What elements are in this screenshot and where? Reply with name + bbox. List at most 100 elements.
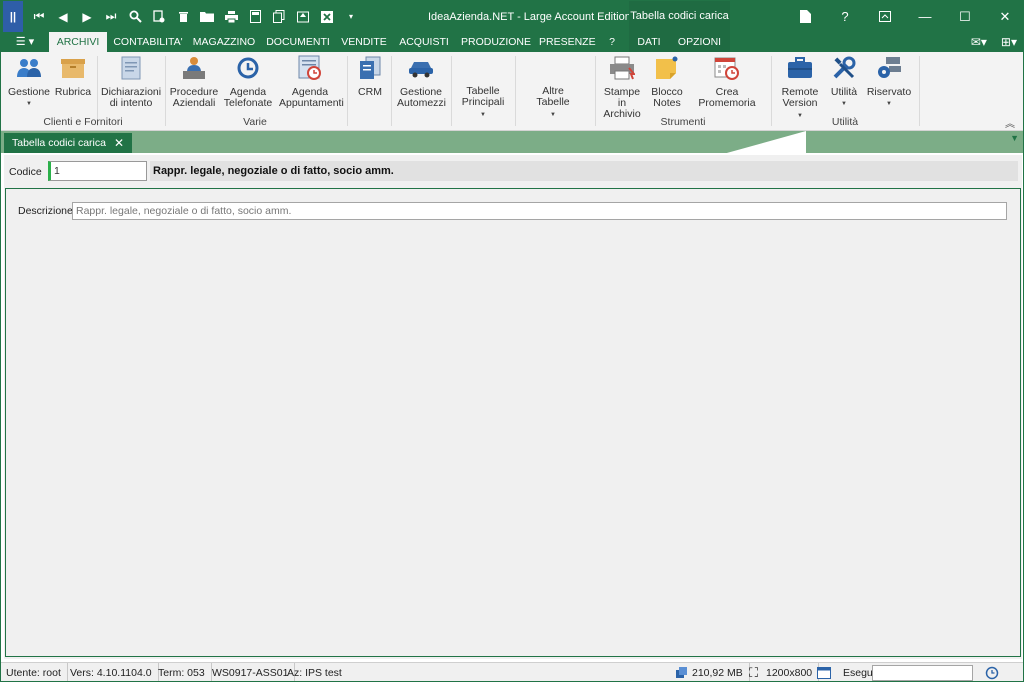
tab-vendite[interactable]: VENDITE [339,32,389,52]
app-window: || ⏮ ◀ ▶ ⏭ ▾ IdeaAzienda.NET - Large Acc… [0,0,1024,682]
separator [347,56,348,126]
help-button[interactable]: ? [825,1,865,32]
maximize-button[interactable]: ☐ [945,1,985,32]
file-menu-button[interactable]: ☰ ▾ [11,32,39,52]
delete-icon[interactable] [171,1,195,32]
ribbon: Gestione ▼ Rubrica Dichiarazioni di inte… [1,52,1023,131]
app-icon[interactable]: || [3,1,23,32]
tab-list-dropdown-icon[interactable]: ▼ [1010,133,1019,143]
customize-toolbar-icon[interactable]: ▾ [339,1,363,32]
tools-icon [831,55,857,81]
form-area: Codice Rappr. legale, negoziale o di fat… [4,155,1022,659]
document-tab-strip: Tabella codici carica ✕ ▼ [1,131,1023,153]
codice-label: Codice [9,166,42,178]
first-record-icon[interactable]: ⏮ [27,1,51,32]
person-desk-icon [181,55,207,81]
title-bar: || ⏮ ◀ ▶ ⏭ ▾ IdeaAzienda.NET - Large Acc… [1,1,1023,32]
fullscreen-icon[interactable]: ⛶ [749,663,758,681]
separator [391,56,392,126]
chevron-down-icon: ▼ [550,112,556,118]
riservato-button[interactable]: Riservato ▼ [865,55,913,110]
stampe-archivio-button[interactable]: Stampe in Archivio [599,55,645,120]
procedure-aziendali-button[interactable]: Procedure Aziendali [169,55,219,109]
gestione-automezzi-button[interactable]: Gestione Automezzi [397,55,446,109]
chevron-down-icon: ▼ [26,101,32,107]
calendar-clock-icon [297,55,323,81]
chevron-down-icon: ▼ [841,101,847,107]
status-workstation: WS0917-ASS01 [212,663,296,681]
tab-produzione[interactable]: PRODUZIONE [459,32,533,52]
close-tab-icon[interactable]: ✕ [114,133,124,153]
documents-icon [357,55,383,81]
tab-documenti[interactable]: DOCUMENTI [263,32,333,52]
status-user: Utente: root [6,663,68,681]
esegui-input[interactable] [872,665,973,681]
ribbon-tabs: ☰ ▾ ARCHIVI CONTABILITA' MAGAZZINO DOCUM… [1,32,1023,52]
codice-input[interactable] [48,161,147,181]
status-bar: Utente: root Vers: 4.10.1104.0 Term: 053… [1,662,1023,681]
calculator-icon[interactable] [243,1,267,32]
rubrica-button[interactable]: Rubrica [54,55,92,98]
remote-version-button[interactable]: Remote Version ▼ [777,55,823,122]
mail-icon[interactable]: ✉▾ [971,32,987,52]
briefcase-icon [787,55,813,81]
tabs-right-tools: ✉▾ ⊞▾ [971,32,1017,52]
agenda-telefonate-button[interactable]: Agenda Telefonate [223,55,273,109]
doc-tab-tabella-codici-carica[interactable]: Tabella codici carica ✕ [4,133,132,153]
altre-tabelle-button[interactable]: Altre Tabelle ▼ [525,86,581,121]
descrizione-input[interactable] [72,202,1007,220]
tab-contabilita[interactable]: CONTABILITA' [109,32,187,52]
detail-panel: Descrizione [5,188,1021,657]
group-varie: Varie [243,116,267,128]
chevron-down-icon: ▼ [480,112,486,118]
network-gear-icon [876,55,902,81]
next-record-icon[interactable]: ▶ [75,1,99,32]
gestione-button[interactable]: Gestione ▼ [7,55,51,110]
tab-dati[interactable]: DATI [629,32,669,52]
history-icon [235,55,261,81]
ribbon-display-icon[interactable] [865,1,905,32]
excel-icon[interactable] [315,1,339,32]
dichiarazioni-button[interactable]: Dichiarazioni di intento [101,55,161,109]
tab-magazzino[interactable]: MAGAZZINO [191,32,257,52]
timer-icon[interactable] [985,663,999,681]
esegui-label: Esegui [843,667,876,679]
tab-presenze[interactable]: PRESENZE [539,32,596,52]
print-icon[interactable] [219,1,243,32]
last-record-icon[interactable]: ⏭ [99,1,123,32]
minimize-button[interactable]: — [905,1,945,32]
account-icon[interactable] [785,1,825,32]
search-icon[interactable] [123,1,147,32]
crm-button[interactable]: CRM [353,55,387,98]
tab-archivi[interactable]: ARCHIVI [49,32,107,52]
separator [919,56,920,126]
chevron-down-icon: ▼ [886,101,892,107]
window-settings-icon[interactable] [817,663,831,681]
context-title: Tabella codici carica [629,1,730,32]
group-strumenti: Strumenti [660,116,706,128]
group-utilita: Utilità [831,116,859,128]
crea-promemoria-button[interactable]: Crea Promemoria [689,55,765,109]
separator [515,56,516,126]
open-folder-icon[interactable] [195,1,219,32]
layout-icon[interactable]: ⊞▾ [1001,32,1017,52]
blocco-notes-button[interactable]: Blocco Notes [649,55,685,109]
status-resolution: 1200x800 [766,663,820,681]
close-button[interactable]: ✕ [985,1,1023,32]
tab-opzioni[interactable]: OPZIONI [669,32,730,52]
new-document-icon[interactable] [147,1,171,32]
tabelle-principali-button[interactable]: Tabelle Principali ▼ [455,86,511,121]
collapse-ribbon-icon[interactable]: ︽ [1005,115,1015,130]
status-terminal: Term: 053 [158,663,212,681]
status-company: Az: IPS test [287,667,342,679]
quick-access-toolbar: || ⏮ ◀ ▶ ⏭ ▾ [1,1,363,32]
tab-help[interactable]: ? [601,32,623,52]
memory-icon [676,663,688,681]
tab-acquisti[interactable]: ACQUISTI [395,32,453,52]
sticky-note-icon [654,55,680,81]
agenda-appuntamenti-button[interactable]: Agenda Appuntamenti [279,55,344,109]
utilita-button[interactable]: Utilità ▼ [827,55,861,110]
previous-record-icon[interactable]: ◀ [51,1,75,32]
copy-icon[interactable] [267,1,291,32]
export-icon[interactable] [291,1,315,32]
